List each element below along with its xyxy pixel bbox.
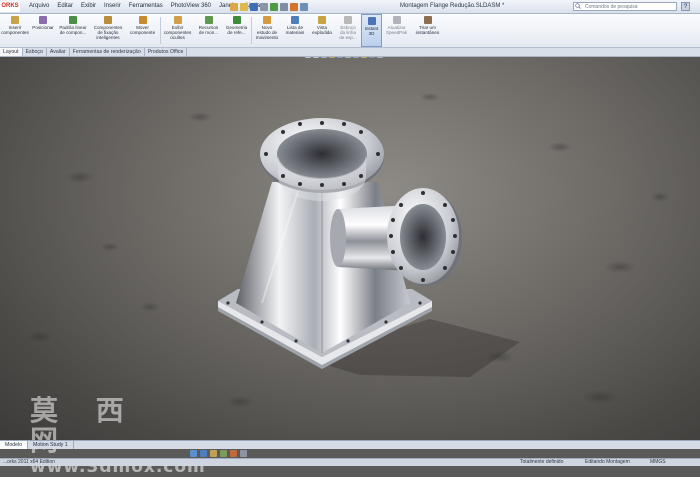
tab-layout[interactable]: Layout	[0, 48, 23, 56]
reference-geometry-button[interactable]: Geometria de refe...	[223, 14, 250, 47]
assembly-features-label: Recursos de mon...	[198, 25, 219, 36]
linear-pattern-label: Padrão linear de compon...	[59, 25, 87, 36]
appearance-icon[interactable]	[230, 449, 237, 457]
bill-of-materials-icon	[291, 16, 299, 24]
previous-view-icon[interactable]	[321, 57, 327, 58]
instant-3d-icon	[367, 17, 376, 25]
assembly-features-button[interactable]: Recursos de mon...	[195, 14, 222, 47]
explode-line-sketch-label: Esboço da linha de exp...	[339, 25, 357, 41]
smart-fasteners-button[interactable]: Componentes de fixação inteligentes	[90, 14, 126, 47]
help-button[interactable]: ?	[681, 2, 690, 11]
insert-components-label: Inserir componentes	[1, 25, 29, 36]
settings-icon[interactable]	[240, 449, 247, 457]
explode-line-sketch-icon	[344, 16, 352, 24]
model-render[interactable]	[0, 57, 700, 440]
menu-exibir[interactable]: Exibir	[77, 0, 100, 13]
tab-evaluate[interactable]: Avaliar	[47, 48, 70, 56]
insert-components-icon	[11, 16, 19, 24]
move-component-icon	[138, 16, 147, 24]
menu-arquivo[interactable]: Arquivo	[25, 0, 53, 13]
selection-filter-icon[interactable]	[190, 449, 197, 457]
ribbon-separator	[251, 17, 252, 44]
linear-pattern-button[interactable]: Padrão linear de compon...	[58, 14, 88, 47]
undo-icon[interactable]	[270, 2, 278, 11]
instant-3d-button[interactable]: Instant 3D	[361, 14, 382, 47]
smart-fasteners-icon	[104, 16, 112, 24]
reference-geometry-label: Geometria de refe...	[225, 25, 248, 36]
update-speedpak-button[interactable]: Atualizar SpeedPak	[383, 14, 410, 47]
show-hidden-label: Exibir componentes ocultos	[163, 25, 192, 41]
tab-model[interactable]: Modelo	[0, 441, 29, 449]
new-document-icon[interactable]	[230, 2, 238, 11]
instant-3d-label: Instant 3D	[364, 26, 379, 37]
document-title: Montagem Flange Redução.SLDASM *	[400, 3, 505, 9]
take-snapshot-button[interactable]: Tirar um instantâneo	[411, 14, 444, 47]
search-input[interactable]: Comandos de pesquisa	[573, 2, 677, 11]
tab-motion-study[interactable]: Motion Study 1	[28, 441, 74, 449]
explode-line-sketch-button[interactable]: Esboço da linha de exp...	[336, 14, 360, 47]
move-component-button[interactable]: Mover componente	[127, 14, 158, 47]
view-orientation-icon[interactable]	[337, 57, 343, 58]
bill-of-materials-button[interactable]: Lista de materiais	[282, 14, 308, 47]
exploded-view-label: Vista explodida	[312, 25, 332, 36]
show-hidden-icon	[173, 16, 182, 24]
assembly-features-icon	[204, 16, 213, 24]
menu-ferramentas[interactable]: Ferramentas	[125, 0, 167, 13]
tab-sketch[interactable]: Esboço	[23, 48, 47, 56]
rebuild-icon[interactable]	[290, 2, 298, 11]
reference-geometry-icon	[232, 16, 241, 24]
select-icon[interactable]	[280, 2, 288, 11]
save-icon[interactable]	[250, 2, 258, 11]
move-component-label: Mover componente	[129, 25, 156, 36]
show-hidden-components-button[interactable]: Exibir componentes ocultos	[162, 14, 193, 47]
edit-appearance-icon[interactable]	[361, 57, 367, 58]
hide-show-items-icon[interactable]	[353, 57, 359, 58]
graphics-viewport[interactable]	[0, 57, 700, 440]
title-bar: ORKS Arquivo Editar Exibir Inserir Ferra…	[0, 0, 700, 14]
linear-pattern-icon	[69, 16, 77, 24]
motion-study-label: Novo estudo de movimento	[255, 25, 279, 41]
exploded-view-icon	[318, 16, 326, 24]
bottom-tabs: Modelo Motion Study 1	[0, 440, 700, 449]
smart-fasteners-label: Componentes de fixação inteligentes	[93, 25, 123, 41]
mate-icon	[39, 16, 47, 24]
menu-inserir[interactable]: Inserir	[100, 0, 125, 13]
update-speedpak-icon	[392, 16, 401, 24]
command-manager-tabs: Layout Esboço Avaliar Ferramentas de ren…	[0, 48, 700, 57]
zoom-to-fit-icon[interactable]	[305, 57, 311, 58]
command-manager-ribbon: Inserir componentes Posicionar Padrão li…	[0, 14, 700, 48]
heads-up-view-toolbar	[305, 57, 383, 59]
new-motion-study-button[interactable]: Novo estudo de movimento	[253, 14, 281, 47]
update-speedpak-label: Atualizar SpeedPak	[385, 25, 408, 36]
menu-editar[interactable]: Editar	[53, 0, 77, 13]
snapshot-label: Tirar um instantâneo	[415, 25, 440, 36]
display-style-icon[interactable]	[345, 57, 351, 58]
bill-of-materials-label: Lista de materiais	[285, 25, 305, 36]
render-icon[interactable]	[220, 449, 227, 457]
open-icon[interactable]	[240, 2, 248, 11]
quick-access-toolbar	[230, 2, 308, 11]
mate-label: Posicionar	[32, 25, 54, 30]
zoom-area-icon[interactable]	[313, 57, 319, 58]
section-view-icon[interactable]	[329, 57, 335, 58]
photoview-icon[interactable]	[210, 449, 217, 457]
tab-office-products[interactable]: Produtos Office	[145, 48, 188, 56]
app-logo[interactable]: ORKS	[0, 1, 20, 12]
motion-study-icon	[263, 16, 271, 24]
mate-button[interactable]: Posicionar	[30, 14, 56, 47]
apply-scene-icon[interactable]	[369, 57, 375, 58]
insert-components-button[interactable]: Inserir componentes	[1, 14, 29, 47]
options-icon[interactable]	[300, 2, 308, 11]
view-settings-icon[interactable]	[377, 57, 383, 58]
tab-render-tools[interactable]: Ferramentas de renderização	[70, 48, 145, 56]
print-icon[interactable]	[260, 2, 268, 11]
bottom-toolbar	[190, 449, 247, 457]
menu-photoview[interactable]: PhotoView 360	[167, 0, 215, 13]
exploded-view-button[interactable]: Vista explodida	[309, 14, 335, 47]
menu-bar: Arquivo Editar Exibir Inserir Ferramenta…	[25, 0, 264, 13]
search-icon	[575, 3, 581, 9]
ribbon-separator	[160, 17, 161, 44]
snapshot-icon	[423, 16, 432, 24]
display-mode-icon[interactable]	[200, 449, 207, 457]
